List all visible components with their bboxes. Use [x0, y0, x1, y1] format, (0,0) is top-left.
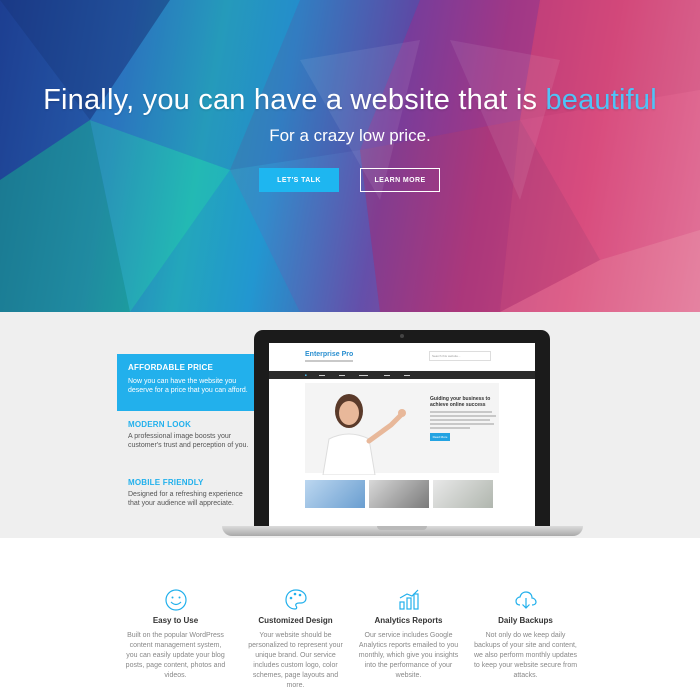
hero-title-main: Finally, you can have a website that is	[43, 84, 546, 116]
service-title: Daily Backups	[498, 616, 553, 625]
person-photo	[322, 394, 406, 475]
learn-more-button[interactable]: LEARN MORE	[360, 168, 440, 192]
hero-subtitle: For a crazy low price.	[269, 126, 431, 145]
service-desc: Our service includes Google Analytics re…	[358, 632, 459, 679]
site-search-input: Search this website...	[429, 351, 491, 361]
service-desc: Built on the popular WordPress content m…	[125, 632, 226, 679]
site-thumbnail	[305, 480, 365, 508]
cloud-download-icon	[514, 591, 537, 609]
service-analytics-reports: Analytics Reports Our service includes G…	[356, 588, 461, 681]
feature-desc: Designed for a refreshing experience tha…	[128, 491, 243, 507]
site-tagline	[305, 360, 353, 362]
hero-section: Finally, you can have a website that is …	[0, 0, 700, 312]
service-desc: Not only do we keep daily backups of you…	[473, 632, 578, 679]
service-customized-design: Customized Design Your website should be…	[243, 588, 348, 691]
service-desc: Your website should be personalized to r…	[248, 632, 343, 689]
laptop-base	[222, 526, 583, 536]
feature-title: MODERN LOOK	[128, 420, 192, 429]
palette-icon	[284, 589, 307, 610]
feature-title: AFFORDABLE PRICE	[128, 363, 213, 372]
site-thumbnail	[433, 480, 493, 508]
site-nav: ■ ▬▬ ▬▬ ▬▬▬ ▬▬ ▬▬	[269, 371, 535, 379]
site-headline: Guiding your business to achieve online …	[430, 396, 491, 408]
camera-icon	[400, 334, 404, 338]
laptop-notch	[377, 526, 427, 530]
hero-title-accent: beautiful	[545, 84, 657, 116]
laptop-screen: Enterprise Pro Search this website... ■ …	[269, 343, 535, 526]
service-title: Customized Design	[258, 616, 333, 625]
service-title: Analytics Reports	[374, 616, 443, 625]
service-title: Easy to Use	[152, 616, 199, 625]
feature-modern-look[interactable]: MODERN LOOK A professional image boosts …	[128, 420, 250, 450]
site-logo: Enterprise Pro	[305, 351, 354, 358]
hero-title: Finally, you can have a website that is …	[0, 84, 700, 117]
service-daily-backups: Daily Backups Not only do we keep daily …	[473, 588, 578, 681]
feature-desc: A professional image boosts your custome…	[128, 433, 249, 449]
feature-desc: Now you can have the website you deserve…	[128, 378, 248, 394]
feature-mobile-friendly[interactable]: MOBILE FRIENDLY Designed for a refreshin…	[128, 478, 250, 508]
hero-background	[0, 0, 700, 312]
service-easy-to-use: Easy to Use Built on the popular WordPre…	[123, 588, 228, 681]
site-read-more-button: Read More	[430, 433, 450, 441]
smiley-icon	[164, 589, 187, 611]
laptop-mockup: Enterprise Pro Search this website... ■ …	[254, 330, 550, 528]
lets-talk-button[interactable]: LET'S TALK	[259, 168, 339, 192]
chart-icon	[398, 589, 419, 610]
site-thumbnail	[369, 480, 429, 508]
feature-title: MOBILE FRIENDLY	[128, 478, 204, 487]
feature-affordable-price[interactable]: AFFORDABLE PRICE Now you can have the we…	[117, 354, 254, 411]
